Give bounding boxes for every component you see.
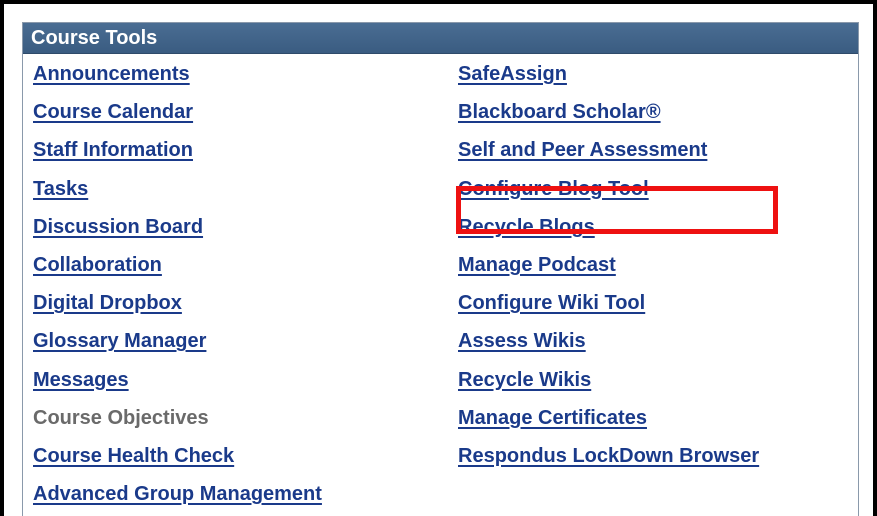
tool-link-respondus-lockdown-browser[interactable]: Respondus LockDown Browser bbox=[458, 437, 759, 475]
tool-link-configure-wiki-tool[interactable]: Configure Wiki Tool bbox=[458, 284, 759, 322]
tool-link-assess-wikis[interactable]: Assess Wikis bbox=[458, 322, 759, 360]
tool-link-manage-certificates[interactable]: Manage Certificates bbox=[458, 399, 759, 437]
tool-link-safeassign[interactable]: SafeAssign bbox=[458, 55, 759, 93]
tool-link-collaboration[interactable]: Collaboration bbox=[33, 246, 322, 284]
tool-link-self-and-peer-assessment[interactable]: Self and Peer Assessment bbox=[458, 131, 759, 169]
tool-link-course-health-check[interactable]: Course Health Check bbox=[33, 437, 322, 475]
tool-link-manage-podcast[interactable]: Manage Podcast bbox=[458, 246, 759, 284]
tool-link-recycle-wikis[interactable]: Recycle Wikis bbox=[458, 361, 759, 399]
tool-link-glossary-manager[interactable]: Glossary Manager bbox=[33, 322, 322, 360]
left-tools-column: Announcements Course Calendar Staff Info… bbox=[33, 55, 322, 513]
tool-link-announcements[interactable]: Announcements bbox=[33, 55, 322, 93]
right-tools-column: SafeAssign Blackboard Scholar® Self and … bbox=[458, 55, 759, 475]
tool-link-discussion-board[interactable]: Discussion Board bbox=[33, 208, 322, 246]
tool-link-digital-dropbox[interactable]: Digital Dropbox bbox=[33, 284, 322, 322]
tool-link-messages[interactable]: Messages bbox=[33, 361, 322, 399]
tool-item-course-objectives: Course Objectives bbox=[33, 406, 209, 429]
tool-link-staff-information[interactable]: Staff Information bbox=[33, 131, 322, 169]
tool-link-advanced-group-management[interactable]: Advanced Group Management bbox=[33, 475, 322, 513]
tool-link-configure-blog-tool[interactable]: Configure Blog Tool bbox=[458, 170, 759, 208]
tool-link-course-calendar[interactable]: Course Calendar bbox=[33, 93, 322, 131]
tool-link-blackboard-scholar[interactable]: Blackboard Scholar® bbox=[458, 93, 759, 131]
course-tools-panel: Course Tools Announcements Course Calend… bbox=[22, 22, 859, 516]
tool-link-tasks[interactable]: Tasks bbox=[33, 170, 322, 208]
tool-link-recycle-blogs[interactable]: Recycle Blogs bbox=[458, 208, 759, 246]
panel-title: Course Tools bbox=[23, 23, 858, 54]
